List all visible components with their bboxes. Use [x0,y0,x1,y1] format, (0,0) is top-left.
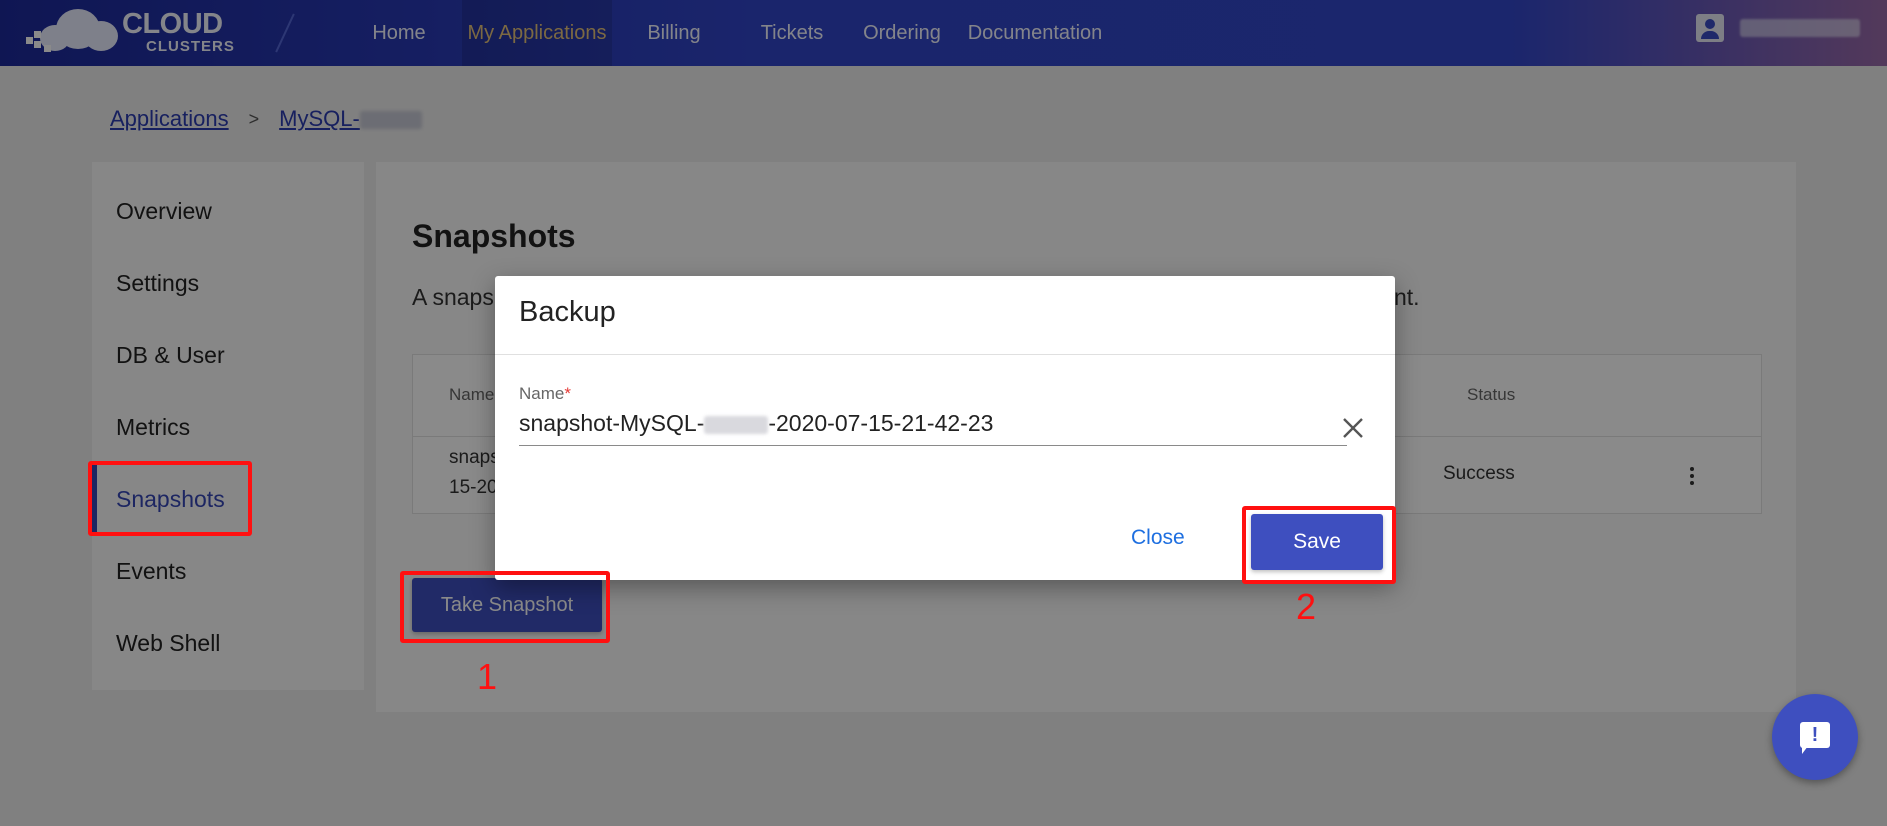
dialog-divider [495,354,1395,355]
snapshot-name-input[interactable]: snapshot-MySQL- -2020-07-15-21-42-23 [519,410,1347,446]
name-field-label: Name* [519,384,571,403]
dialog-title: Backup [519,296,616,328]
chat-alert-icon: ! [1811,724,1819,746]
annotation-box-save [1242,506,1396,584]
required-asterisk: * [564,384,571,403]
annotation-number-1: 1 [477,656,498,697]
annotation-number-2: 2 [1296,586,1317,627]
redacted-app-id [704,415,769,434]
support-chat-button[interactable]: ! [1772,694,1858,780]
annotation-box-take-snapshot [400,571,610,643]
annotation-box-snapshots [88,461,252,536]
clear-input-icon[interactable] [1339,414,1367,442]
close-button[interactable]: Close [1131,526,1185,550]
